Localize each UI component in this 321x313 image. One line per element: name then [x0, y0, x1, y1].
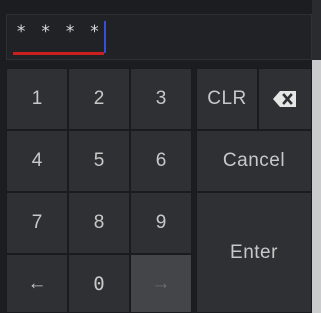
clear-button[interactable]: CLR: [196, 68, 258, 130]
input-underline: [13, 52, 104, 55]
cancel-button[interactable]: Cancel: [196, 130, 312, 192]
key-3[interactable]: 3: [130, 68, 192, 130]
cursor-right-button[interactable]: →: [130, 254, 192, 313]
key-2[interactable]: 2: [68, 68, 130, 130]
numeric-keypad-dialog: * * * * 1 2 3 CLR 4 5 6 Cancel 7 8 9 Ent…: [0, 0, 321, 313]
right-edge-shadow: [312, 0, 321, 60]
key-5[interactable]: 5: [68, 130, 130, 192]
key-8[interactable]: 8: [68, 192, 130, 254]
text-caret: [104, 21, 106, 53]
key-6[interactable]: 6: [130, 130, 192, 192]
key-0[interactable]: 0: [68, 254, 130, 313]
right-edge-background: [312, 60, 321, 313]
masked-value: * * * *: [16, 22, 102, 42]
backspace-button[interactable]: [258, 68, 312, 130]
key-9[interactable]: 9: [130, 192, 192, 254]
backspace-icon: [272, 90, 298, 108]
key-4[interactable]: 4: [6, 130, 68, 192]
password-display[interactable]: * * * *: [6, 14, 312, 60]
enter-button[interactable]: Enter: [196, 192, 312, 313]
key-1[interactable]: 1: [6, 68, 68, 130]
cursor-left-button[interactable]: ←: [6, 254, 68, 313]
key-7[interactable]: 7: [6, 192, 68, 254]
